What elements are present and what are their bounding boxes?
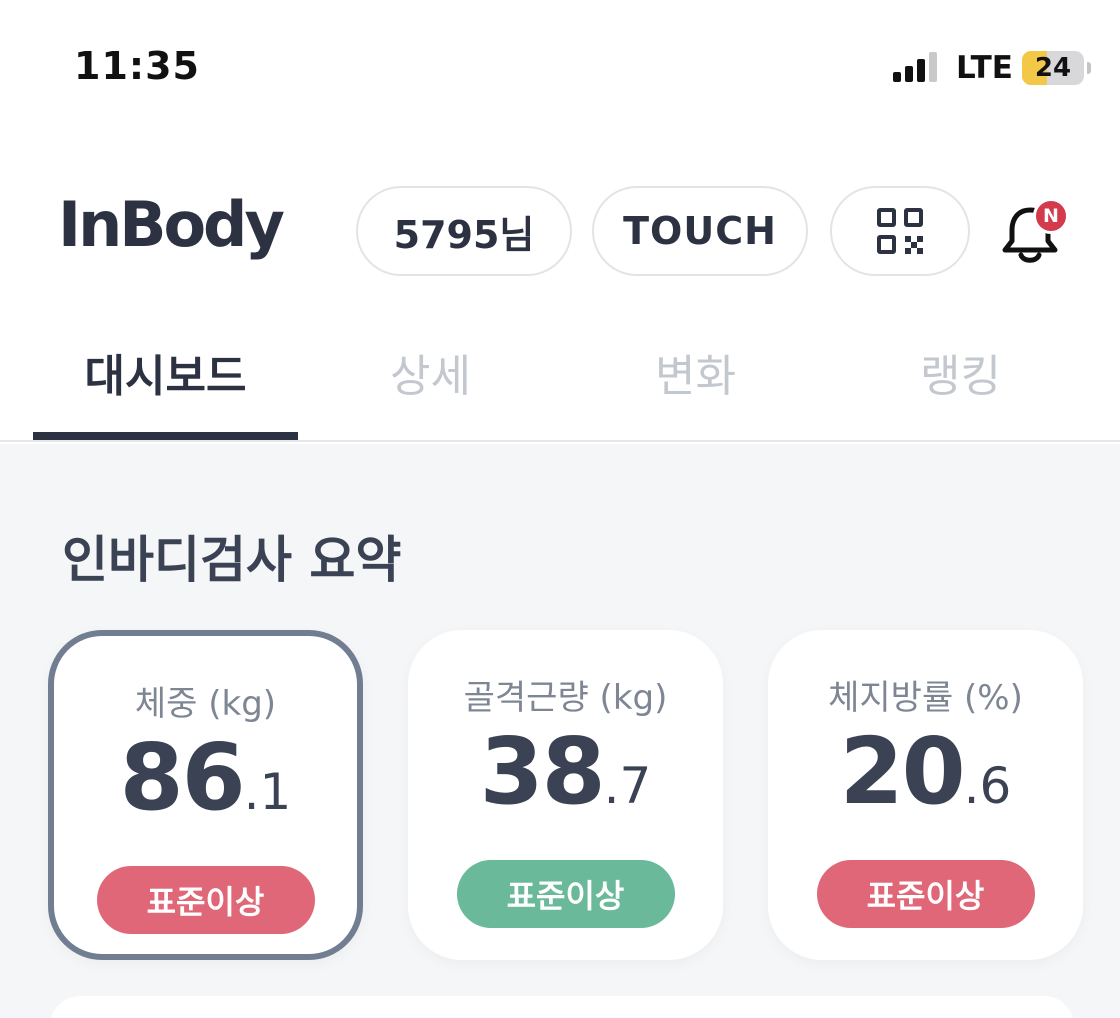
status-bar: 11:35 LTE 24 bbox=[0, 0, 1120, 140]
metric-value-int: 20 bbox=[839, 718, 966, 825]
metric-label: 체중 (kg) bbox=[134, 684, 277, 724]
summary-title: 인바디검사 요약 bbox=[62, 531, 402, 589]
inbody-logo: InBody bbox=[58, 188, 285, 261]
metric-value: 38.7 bbox=[408, 718, 723, 825]
tab-detail[interactable]: 상세 bbox=[298, 340, 563, 404]
metric-card-weight[interactable]: 체중 (kg) 86.1 표준이상 bbox=[48, 630, 363, 960]
tab-bar: 대시보드 상세 변화 랭킹 bbox=[0, 318, 1120, 442]
active-tab-indicator bbox=[33, 432, 298, 440]
metric-value: 86.1 bbox=[54, 724, 357, 831]
touch-button[interactable]: TOUCH bbox=[592, 186, 808, 276]
qr-code-icon bbox=[877, 208, 923, 254]
metric-value-dec: .7 bbox=[603, 757, 652, 815]
metric-value-int: 86 bbox=[119, 724, 246, 831]
metric-label: 골격근량 (kg) bbox=[463, 678, 668, 718]
metric-value-dec: .6 bbox=[963, 757, 1012, 815]
next-card-partial bbox=[50, 996, 1074, 1018]
metric-card-muscle[interactable]: 골격근량 (kg) 38.7 표준이상 bbox=[408, 630, 723, 960]
user-button[interactable]: 5795님 bbox=[356, 186, 572, 276]
status-badge: 표준이상 bbox=[816, 860, 1035, 928]
tab-ranking[interactable]: 랭킹 bbox=[828, 340, 1093, 404]
qr-button[interactable] bbox=[830, 186, 970, 276]
battery-level: 24 bbox=[1034, 53, 1072, 83]
network-type: LTE bbox=[956, 50, 1013, 86]
metric-value-int: 38 bbox=[479, 718, 606, 825]
app-header: InBody 5795님 TOUCH bbox=[0, 186, 1120, 276]
battery-cap bbox=[1087, 62, 1091, 74]
dashboard-content: 인바디검사 요약 체중 (kg) 86.1 표준이상 골격근량 (kg) 38.… bbox=[0, 444, 1120, 1018]
battery-icon: 24 bbox=[1022, 51, 1084, 85]
status-time: 11:35 bbox=[74, 44, 200, 88]
tab-change[interactable]: 변화 bbox=[563, 340, 828, 404]
metric-card-body-fat[interactable]: 체지방률 (%) 20.6 표준이상 bbox=[768, 630, 1083, 960]
metric-label: 체지방률 (%) bbox=[828, 678, 1023, 718]
metric-value-dec: .1 bbox=[243, 763, 292, 821]
metric-value: 20.6 bbox=[768, 718, 1083, 825]
tab-dashboard[interactable]: 대시보드 bbox=[33, 340, 298, 404]
notification-badge: N bbox=[1033, 198, 1069, 234]
status-badge: 표준이상 bbox=[456, 860, 675, 928]
cellular-signal-icon bbox=[893, 52, 943, 82]
status-badge: 표준이상 bbox=[96, 866, 315, 934]
